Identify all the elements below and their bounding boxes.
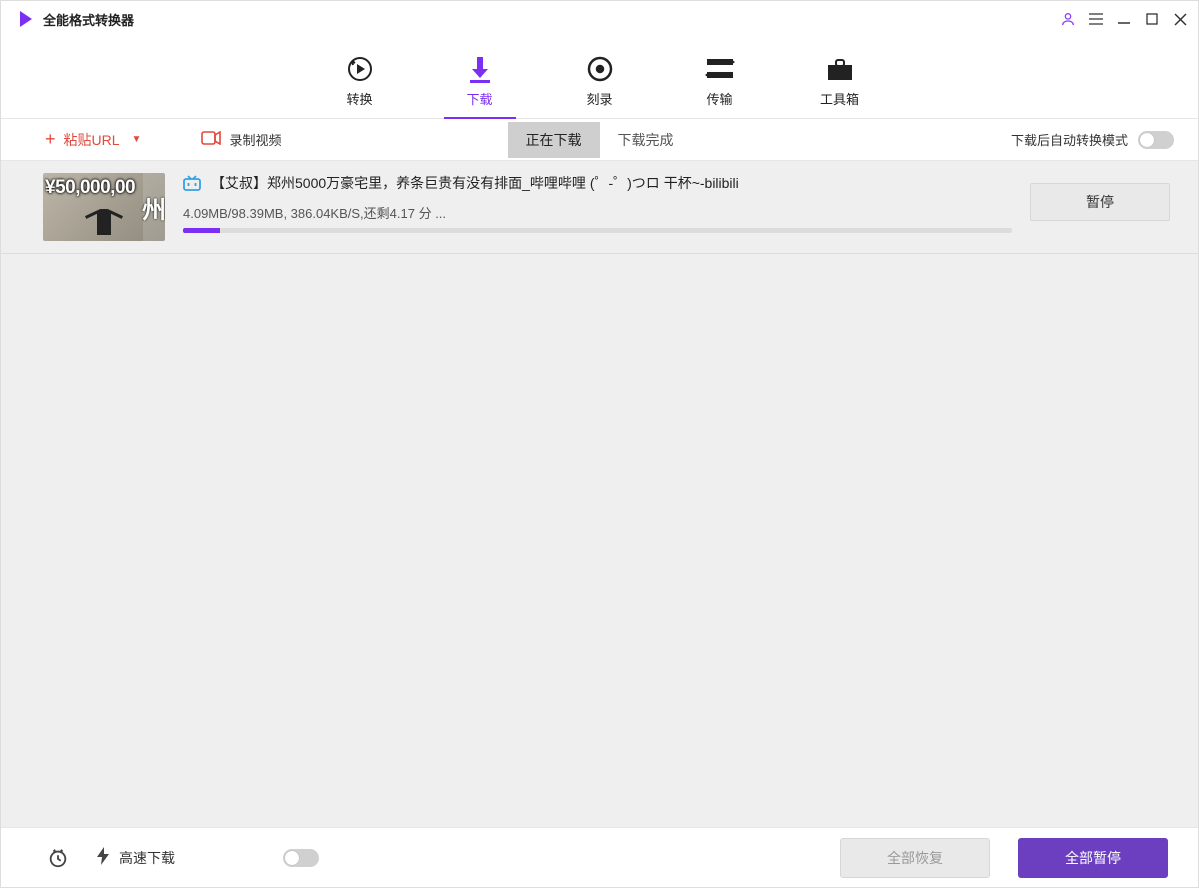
progress-fill [183, 228, 220, 233]
paste-url-button[interactable]: + 粘贴URL ▼ [45, 129, 141, 150]
nav-burn[interactable]: 刻录 [570, 55, 630, 118]
progress-bar [183, 228, 1012, 233]
titlebar: 全能格式转换器 [1, 1, 1198, 37]
minimize-icon[interactable] [1116, 11, 1132, 27]
app-logo-icon [19, 11, 33, 27]
auto-convert-switch: 下载后自动转换模式 [1011, 130, 1174, 149]
close-icon[interactable] [1172, 11, 1188, 27]
menu-icon[interactable] [1088, 11, 1104, 27]
toolbox-icon [826, 55, 854, 83]
pause-button[interactable]: 暂停 [1030, 183, 1170, 221]
pause-all-button[interactable]: 全部暂停 [1018, 838, 1168, 878]
nav-label: 工具箱 [820, 89, 859, 108]
camera-icon [201, 131, 221, 148]
download-info: 【艾叔】郑州5000万豪宅里，养条巨贵有没有排面_哔哩哔哩 (゜-゜)つロ 干杯… [183, 173, 1012, 233]
plus-icon: + [45, 129, 56, 150]
nav-label: 转换 [346, 89, 372, 108]
download-stats: 4.09MB/98.39MB, 386.04KB/S,还剩4.17 分 ... [183, 203, 1012, 222]
nav-label: 下载 [466, 89, 492, 108]
convert-icon [346, 55, 374, 83]
app-title: 全能格式转换器 [43, 10, 134, 29]
nav-transfer[interactable]: 传输 [690, 55, 750, 118]
window-controls [1060, 11, 1188, 27]
download-row: 州 【艾叔】郑州5000万豪宅里，养条巨贵有没有排面_哔哩哔哩 (゜-゜)つロ … [1, 161, 1198, 254]
fast-download-label: 高速下载 [119, 848, 175, 868]
record-video-label: 录制视频 [229, 130, 281, 149]
schedule-icon[interactable] [47, 847, 69, 869]
tab-downloading[interactable]: 正在下载 [508, 122, 600, 158]
bilibili-icon [183, 175, 201, 191]
main-nav: 转换 下载 刻录 传输 工具箱 [1, 37, 1198, 119]
download-title: 【艾叔】郑州5000万豪宅里，养条巨贵有没有排面_哔哩哔哩 (゜-゜)つロ 干杯… [211, 173, 739, 193]
nav-label: 刻录 [586, 89, 612, 108]
download-list: 州 【艾叔】郑州5000万豪宅里，养条巨贵有没有排面_哔哩哔哩 (゜-゜)つロ … [1, 161, 1198, 827]
maximize-icon[interactable] [1144, 11, 1160, 27]
nav-toolbox[interactable]: 工具箱 [810, 55, 870, 118]
burn-icon [586, 55, 614, 83]
paste-url-label: 粘贴URL [64, 130, 120, 150]
tab-completed[interactable]: 下载完成 [600, 122, 692, 158]
nav-label: 传输 [706, 89, 732, 108]
bottom-bar: 高速下载 全部恢复 全部暂停 [1, 827, 1198, 887]
nav-convert[interactable]: 转换 [330, 55, 390, 118]
record-video-button[interactable]: 录制视频 [201, 130, 281, 149]
sub-toolbar: + 粘贴URL ▼ 录制视频 正在下载 下载完成 下载后自动转换模式 [1, 119, 1198, 161]
auto-convert-toggle[interactable] [1138, 131, 1174, 149]
lightning-icon [97, 847, 109, 868]
nav-download[interactable]: 下载 [450, 55, 510, 118]
download-icon [467, 55, 493, 83]
resume-all-button[interactable]: 全部恢复 [840, 838, 990, 878]
download-tabs: 正在下载 下载完成 [508, 122, 692, 158]
chevron-down-icon: ▼ [132, 134, 142, 145]
video-thumbnail: 州 [43, 173, 165, 241]
user-icon[interactable] [1060, 11, 1076, 27]
transfer-icon [705, 55, 735, 83]
fast-download: 高速下载 [97, 847, 175, 868]
fast-download-toggle[interactable] [283, 849, 319, 867]
auto-convert-label: 下载后自动转换模式 [1011, 130, 1128, 149]
